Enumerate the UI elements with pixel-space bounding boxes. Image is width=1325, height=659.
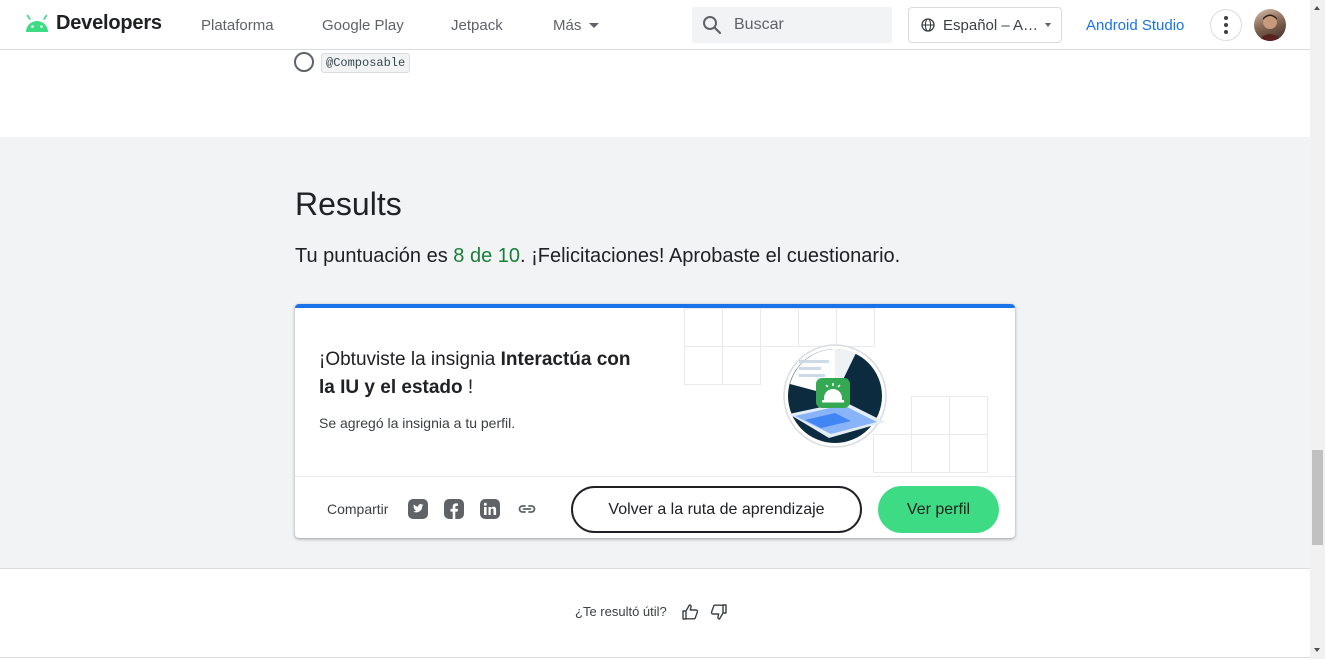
score-line: Tu puntuación es 8 de 10. ¡Felicitacione… [295,245,900,268]
scrollbar-thumb[interactable] [1312,450,1323,545]
score-value: 8 de 10 [453,245,520,267]
dropdown-caret-icon [1045,23,1051,27]
language-selector[interactable]: Español – A… [908,7,1062,43]
badge-card: ¡Obtuviste la insignia Interactúa con la… [295,304,1015,538]
nav-mas[interactable]: Más [553,17,600,34]
badge-title-prefix: ¡Obtuviste la insignia [319,349,501,370]
thumbs-down-icon[interactable] [710,603,728,621]
results-title: Results [295,186,402,222]
radio-option[interactable] [294,52,314,72]
feedback-question: ¿Te resultó útil? [575,604,667,619]
top-navigation-bar: Developers Plataforma Google Play Jetpac… [0,0,1310,50]
search-input[interactable] [732,15,872,35]
nav-plataforma[interactable]: Plataforma [201,17,274,34]
globe-icon [921,18,935,32]
nav-google-play[interactable]: Google Play [322,17,404,34]
view-profile-button[interactable]: Ver perfil [878,486,999,533]
nav-mas-label: Más [553,17,582,34]
score-prefix: Tu puntuación es [295,245,454,267]
search-icon [703,16,722,35]
user-avatar[interactable] [1254,9,1286,41]
more-options-button[interactable] [1210,9,1242,41]
facebook-icon[interactable] [443,498,465,520]
chevron-down-icon [589,23,600,28]
avatar-image [1258,14,1282,41]
badge-icon [783,344,887,448]
badge-title-suffix: ! [462,377,474,398]
code-chip: @Composable [321,53,411,73]
back-to-learning-path-button[interactable]: Volver a la ruta de aprendizaje [571,486,862,533]
linkedin-icon[interactable] [479,498,501,520]
twitter-icon[interactable] [407,498,429,520]
developers-logo[interactable]: Developers [24,12,162,35]
card-divider [295,476,1015,477]
nav-jetpack[interactable]: Jetpack [451,17,503,34]
score-suffix: . ¡Felicitaciones! Aprobaste el cuestion… [520,245,901,267]
page-scrollbar[interactable] [1310,0,1325,659]
link-icon[interactable] [516,498,538,520]
thumbs-up-icon[interactable] [681,603,699,621]
badge-title: ¡Obtuviste la insignia Interactúa con la… [319,346,639,402]
dot-icon [1224,23,1228,27]
dot-icon [1224,30,1228,34]
logo-text: Developers [56,12,162,34]
language-label: Español – A… [943,16,1039,34]
android-studio-link[interactable]: Android Studio [1086,17,1184,34]
android-icon [26,14,48,32]
share-label: Compartir [327,501,389,517]
scroll-up-icon[interactable] [1314,6,1320,10]
scroll-down-icon[interactable] [1314,648,1320,652]
dot-icon [1224,16,1228,20]
search-box[interactable] [692,7,892,43]
badge-subtitle: Se agregó la insignia a tu perfil. [319,415,516,431]
grid-decoration [873,396,988,473]
footer-divider [0,657,1310,658]
